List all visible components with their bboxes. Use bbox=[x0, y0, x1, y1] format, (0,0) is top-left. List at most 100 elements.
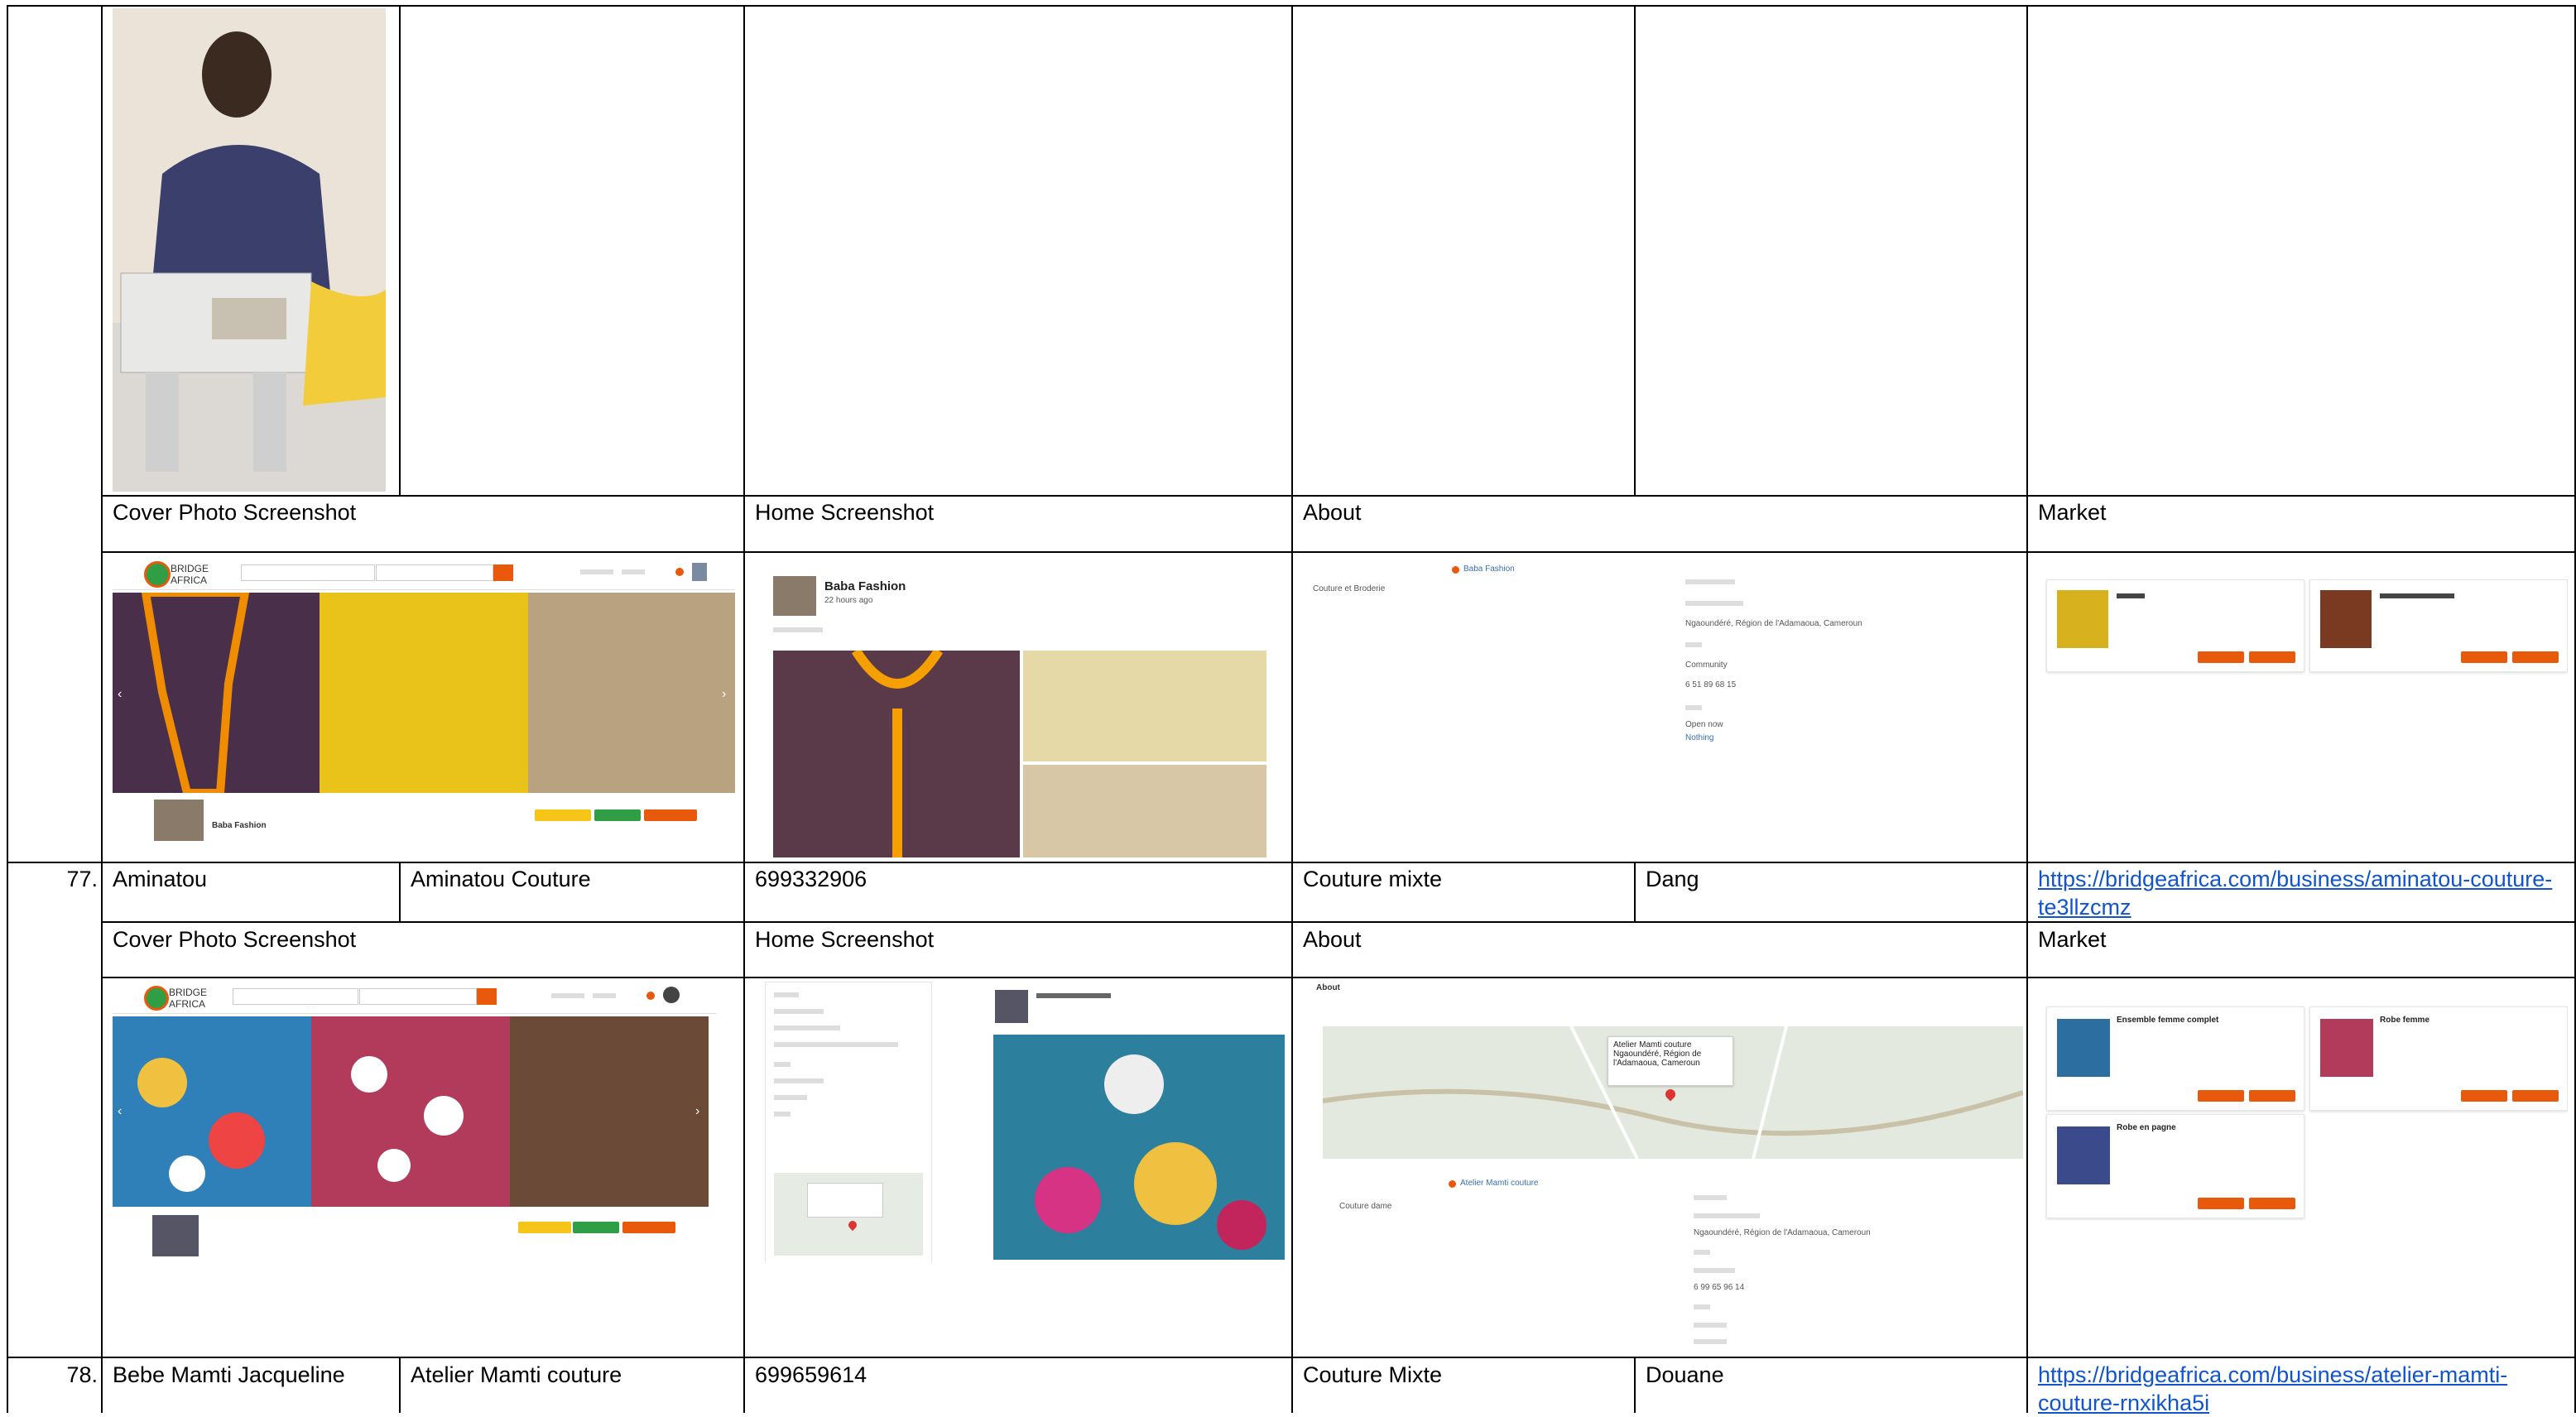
cover-screenshot-baba: BRIDGE AFRICA ‹ › Baba Fashion bbox=[113, 555, 735, 854]
cover-screenshot-mamti: BRIDGE AFRICA ‹ › bbox=[113, 980, 717, 1261]
home-screenshot-mamti bbox=[755, 982, 1288, 1263]
gallery-image-2 bbox=[311, 1016, 510, 1207]
col-divider bbox=[1634, 862, 1636, 923]
post-image-1 bbox=[773, 647, 1020, 857]
header-about: About bbox=[1303, 927, 1362, 952]
about-category: Atelier Mamti couture bbox=[1460, 1179, 1539, 1188]
owner-name: Aminatou bbox=[113, 867, 208, 891]
search-input[interactable] bbox=[233, 988, 358, 1005]
direction-button[interactable] bbox=[644, 809, 697, 821]
orange-dot-icon bbox=[675, 568, 684, 576]
community-button[interactable] bbox=[518, 1222, 571, 1233]
chevron-right-icon[interactable]: › bbox=[695, 1104, 699, 1119]
map-popup: Atelier Mamti couture Ngaoundéré, Région… bbox=[1608, 1036, 1733, 1086]
product-image bbox=[2057, 1019, 2110, 1077]
direction-button[interactable] bbox=[622, 1222, 675, 1233]
post-author: Baba Fashion bbox=[824, 579, 906, 593]
header-about: About bbox=[1303, 500, 1362, 525]
product-name: Robe en pagne bbox=[2117, 1123, 2176, 1132]
add-to-cart-button[interactable] bbox=[2512, 651, 2559, 663]
about-map: Atelier Mamti couture Ngaoundéré, Région… bbox=[1322, 1026, 2023, 1160]
header-cover: Cover Photo Screenshot bbox=[113, 500, 357, 525]
message-button[interactable] bbox=[594, 809, 641, 821]
message-button[interactable] bbox=[573, 1222, 619, 1233]
row-number: 77. bbox=[66, 867, 98, 891]
about-business-name: Baba Fashion bbox=[1463, 564, 1515, 574]
map-marker-icon bbox=[846, 1218, 859, 1232]
location-input[interactable] bbox=[376, 564, 493, 581]
map-thumbnail bbox=[774, 1173, 923, 1256]
orange-dot-icon bbox=[646, 992, 655, 1000]
search-icon[interactable] bbox=[477, 988, 497, 1005]
buy-now-button[interactable] bbox=[2198, 1198, 2244, 1209]
about-tag: Couture dame bbox=[1339, 1202, 1392, 1211]
avatar[interactable] bbox=[663, 987, 680, 1003]
col-divider bbox=[1634, 1357, 1636, 1413]
location: Douane bbox=[1646, 1362, 1724, 1387]
header-cover: Cover Photo Screenshot bbox=[113, 927, 357, 952]
about-tag: Couture et Broderie bbox=[1313, 584, 1386, 593]
buy-now-button[interactable] bbox=[2461, 651, 2507, 663]
add-to-cart-button[interactable] bbox=[2249, 1198, 2295, 1209]
phone-number: 699659614 bbox=[755, 1362, 867, 1387]
post-image bbox=[993, 1035, 1285, 1260]
home-sidebar bbox=[765, 982, 932, 1263]
chevron-left-icon[interactable]: ‹ bbox=[118, 1104, 122, 1119]
row-number: 78. bbox=[66, 1362, 98, 1387]
search-input[interactable] bbox=[241, 564, 375, 581]
about-open-status: Open now bbox=[1685, 720, 1723, 729]
col-divider bbox=[399, 1357, 401, 1413]
about-address: Ngaoundéré, Région de l'Adamaoua, Camero… bbox=[1685, 619, 1862, 628]
about-nothing: Nothing bbox=[1685, 733, 1714, 742]
post-image-3 bbox=[1023, 765, 1266, 857]
location: Dang bbox=[1646, 867, 1699, 891]
row-divider bbox=[101, 921, 2576, 923]
col-divider bbox=[2026, 5, 2028, 1413]
business-url-link[interactable]: https://bridgeafrica.com/business/aminat… bbox=[2038, 865, 2559, 921]
avatar[interactable] bbox=[692, 563, 707, 581]
directory-table: Cover Photo Screenshot Home Screenshot A… bbox=[7, 5, 2576, 1415]
search-icon[interactable] bbox=[493, 564, 513, 581]
chevron-left-icon[interactable]: ‹ bbox=[118, 687, 122, 702]
home-screenshot-baba: Baba Fashion 22 hours ago bbox=[755, 560, 1281, 857]
product-card[interactable]: Robe en pagne bbox=[2046, 1114, 2304, 1218]
buy-now-button[interactable] bbox=[2461, 1090, 2507, 1102]
phone-number: 699332906 bbox=[755, 867, 867, 891]
about-screenshot-mamti: About Atelier Mamti couture Ngaoundéré, … bbox=[1303, 980, 2023, 1352]
about-phone: 6 51 89 68 15 bbox=[1685, 680, 1737, 689]
market-screenshot-mamti: Ensemble femme complet Robe femme Robe e… bbox=[2038, 982, 2568, 1222]
buy-now-button[interactable] bbox=[2198, 651, 2244, 663]
community-button[interactable] bbox=[535, 809, 591, 821]
location-input[interactable] bbox=[359, 988, 477, 1005]
post-image-2 bbox=[1023, 651, 1266, 761]
business-name: Atelier Mamti couture bbox=[411, 1362, 622, 1387]
about-address: Ngaoundéré, Région de l'Adamaoua, Camero… bbox=[1694, 1228, 1871, 1237]
product-name: Robe femme bbox=[2380, 1016, 2430, 1025]
business-url-link[interactable]: https://bridgeafrica.com/business/atelie… bbox=[2038, 1361, 2559, 1417]
add-to-cart-button[interactable] bbox=[2512, 1090, 2559, 1102]
orange-dot-icon bbox=[1449, 1180, 1456, 1188]
product-card[interactable]: Robe femme bbox=[2309, 1006, 2568, 1111]
owner-photo-image bbox=[113, 8, 386, 492]
bridge-logo-icon bbox=[144, 561, 171, 588]
gallery-image-2 bbox=[320, 593, 528, 793]
product-card[interactable]: Ensemble femme complet bbox=[2046, 1006, 2304, 1111]
map-popup-text: Atelier Mamti couture Ngaoundéré, Région… bbox=[1613, 1040, 1702, 1068]
row-divider bbox=[7, 1357, 2576, 1358]
site-header: BRIDGE AFRICA bbox=[113, 980, 717, 1014]
product-name: Ensemble femme complet bbox=[2117, 1016, 2219, 1025]
row-divider bbox=[7, 5, 2576, 7]
col-divider bbox=[101, 5, 103, 1413]
product-card[interactable] bbox=[2309, 579, 2568, 672]
business-name: Aminatou Couture bbox=[411, 867, 591, 891]
post-time: 22 hours ago bbox=[824, 596, 873, 605]
profile-avatar bbox=[154, 800, 204, 841]
product-card[interactable] bbox=[2046, 579, 2304, 672]
buy-now-button[interactable] bbox=[2198, 1090, 2244, 1102]
add-to-cart-button[interactable] bbox=[2249, 651, 2295, 663]
product-image bbox=[2057, 590, 2108, 648]
chevron-right-icon[interactable]: › bbox=[722, 687, 726, 702]
add-to-cart-button[interactable] bbox=[2249, 1090, 2295, 1102]
row-divider bbox=[101, 977, 2576, 978]
owner-name: Bebe Mamti Jacqueline bbox=[113, 1362, 345, 1387]
